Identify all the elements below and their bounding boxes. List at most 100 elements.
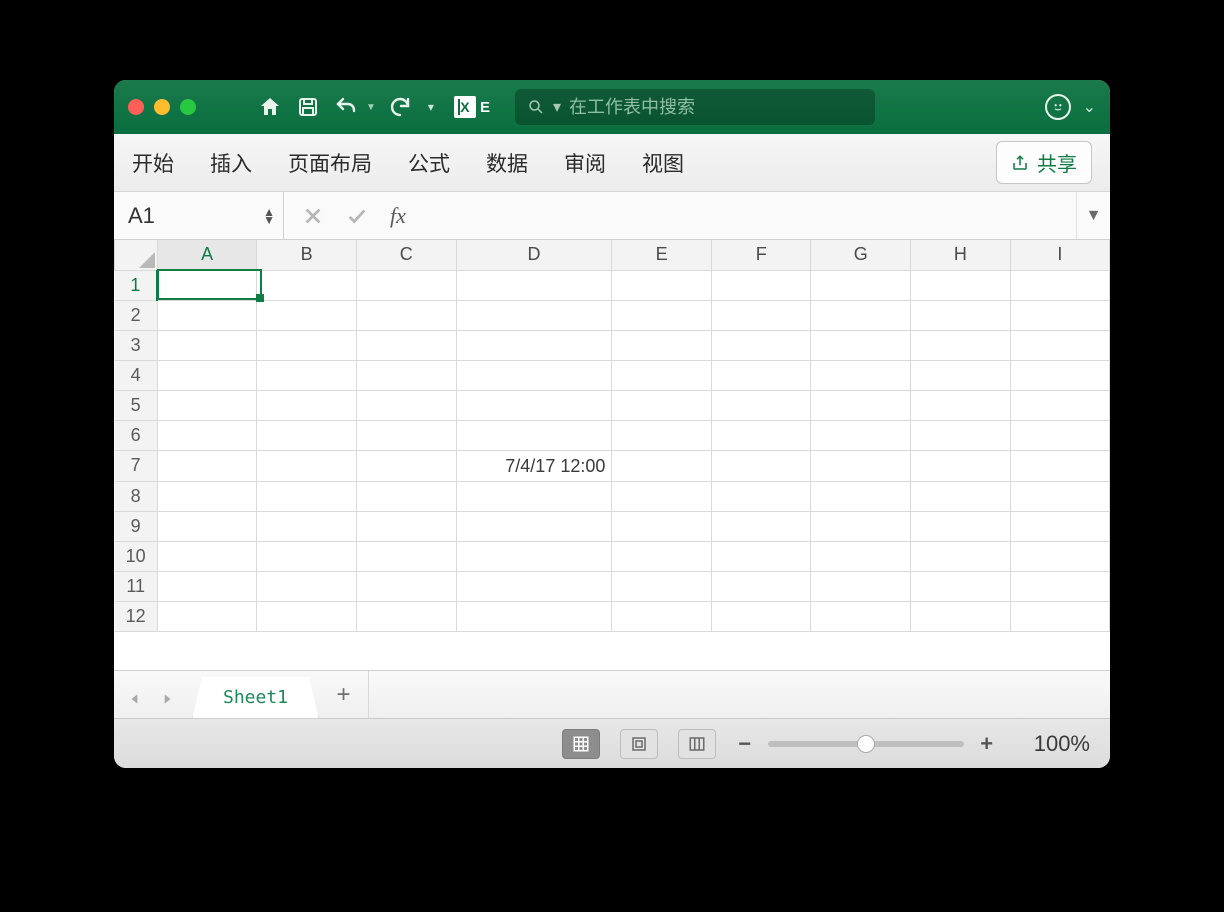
cell[interactable] xyxy=(456,360,612,390)
cell[interactable] xyxy=(456,390,612,420)
search-input[interactable] xyxy=(569,97,863,118)
cancel-formula-icon[interactable] xyxy=(302,205,324,227)
cell[interactable] xyxy=(911,481,1011,511)
cell[interactable] xyxy=(711,390,811,420)
cell[interactable] xyxy=(157,330,257,360)
undo-icon[interactable] xyxy=(332,93,360,121)
tab-page-layout[interactable]: 页面布局 xyxy=(288,148,372,178)
undo-dropdown-icon[interactable]: ▼ xyxy=(366,102,376,113)
cell[interactable] xyxy=(911,360,1011,390)
cell[interactable] xyxy=(1010,541,1109,571)
prev-sheet-icon[interactable] xyxy=(128,690,142,708)
cell[interactable] xyxy=(811,300,911,330)
cell[interactable] xyxy=(157,270,257,300)
cell[interactable] xyxy=(1010,511,1109,541)
cell[interactable] xyxy=(711,330,811,360)
cell[interactable] xyxy=(356,300,456,330)
cell[interactable] xyxy=(612,390,712,420)
row-header[interactable]: 3 xyxy=(115,330,158,360)
zoom-window-button[interactable] xyxy=(180,99,196,115)
cell[interactable] xyxy=(1010,360,1109,390)
cell[interactable] xyxy=(456,511,612,541)
cell[interactable] xyxy=(911,420,1011,450)
cell[interactable] xyxy=(157,360,257,390)
cell[interactable] xyxy=(1010,450,1109,481)
cell[interactable] xyxy=(356,360,456,390)
cell[interactable] xyxy=(911,300,1011,330)
cell[interactable] xyxy=(1010,481,1109,511)
row-header[interactable]: 7 xyxy=(115,450,158,481)
cell[interactable] xyxy=(257,511,357,541)
cell[interactable] xyxy=(1010,390,1109,420)
tab-formulas[interactable]: 公式 xyxy=(408,148,450,178)
row-header[interactable]: 8 xyxy=(115,481,158,511)
cell[interactable] xyxy=(257,300,357,330)
cell[interactable] xyxy=(356,420,456,450)
cell[interactable] xyxy=(612,330,712,360)
cell[interactable] xyxy=(911,330,1011,360)
tab-view[interactable]: 视图 xyxy=(642,148,684,178)
column-header[interactable]: G xyxy=(811,240,911,270)
row-header[interactable]: 5 xyxy=(115,390,158,420)
cell[interactable] xyxy=(811,420,911,450)
name-box[interactable]: A1 ▲▼ xyxy=(114,192,284,239)
cell[interactable] xyxy=(1010,571,1109,601)
row-header[interactable]: 4 xyxy=(115,360,158,390)
cell[interactable] xyxy=(811,571,911,601)
tab-insert[interactable]: 插入 xyxy=(210,148,252,178)
add-sheet-button[interactable]: + xyxy=(319,671,369,718)
cell[interactable] xyxy=(711,420,811,450)
cell[interactable] xyxy=(157,420,257,450)
cell[interactable] xyxy=(257,571,357,601)
cell[interactable] xyxy=(612,481,712,511)
cell[interactable] xyxy=(612,571,712,601)
cell[interactable] xyxy=(811,360,911,390)
cell[interactable] xyxy=(257,541,357,571)
cell[interactable] xyxy=(911,511,1011,541)
view-page-break-button[interactable] xyxy=(678,729,716,759)
cell[interactable] xyxy=(456,541,612,571)
cell[interactable] xyxy=(911,270,1011,300)
cell[interactable] xyxy=(1010,420,1109,450)
cell[interactable] xyxy=(257,450,357,481)
cell[interactable] xyxy=(711,270,811,300)
save-icon[interactable] xyxy=(294,93,322,121)
feedback-dropdown-icon[interactable]: ⌄ xyxy=(1083,97,1096,117)
cell[interactable] xyxy=(711,450,811,481)
cell[interactable] xyxy=(1010,270,1109,300)
cell[interactable] xyxy=(257,420,357,450)
cell[interactable] xyxy=(612,541,712,571)
cell[interactable] xyxy=(1010,300,1109,330)
cell[interactable] xyxy=(612,601,712,631)
sheet-tab-active[interactable]: Sheet1 xyxy=(192,677,319,719)
cell[interactable] xyxy=(356,571,456,601)
formula-input[interactable] xyxy=(424,204,1076,227)
cell[interactable] xyxy=(356,390,456,420)
zoom-slider-knob[interactable] xyxy=(857,735,875,753)
cell[interactable] xyxy=(711,601,811,631)
feedback-icon[interactable] xyxy=(1045,94,1071,120)
row-header[interactable]: 2 xyxy=(115,300,158,330)
cell[interactable] xyxy=(456,601,612,631)
cell[interactable] xyxy=(456,481,612,511)
cell[interactable] xyxy=(157,511,257,541)
zoom-out-button[interactable]: − xyxy=(736,731,754,757)
qat-customize-icon[interactable]: ▾ xyxy=(424,100,438,114)
cell[interactable] xyxy=(456,571,612,601)
column-header[interactable]: H xyxy=(911,240,1011,270)
cell[interactable] xyxy=(157,601,257,631)
cell[interactable] xyxy=(257,360,357,390)
cell[interactable] xyxy=(711,360,811,390)
cell[interactable] xyxy=(356,541,456,571)
tab-home[interactable]: 开始 xyxy=(132,148,174,178)
view-normal-button[interactable] xyxy=(562,729,600,759)
column-header[interactable]: C xyxy=(356,240,456,270)
cell[interactable] xyxy=(811,390,911,420)
cell[interactable] xyxy=(456,270,612,300)
enter-formula-icon[interactable] xyxy=(346,205,368,227)
cell[interactable] xyxy=(811,601,911,631)
cell[interactable] xyxy=(612,270,712,300)
cell[interactable] xyxy=(356,481,456,511)
row-header[interactable]: 6 xyxy=(115,420,158,450)
view-page-layout-button[interactable] xyxy=(620,729,658,759)
